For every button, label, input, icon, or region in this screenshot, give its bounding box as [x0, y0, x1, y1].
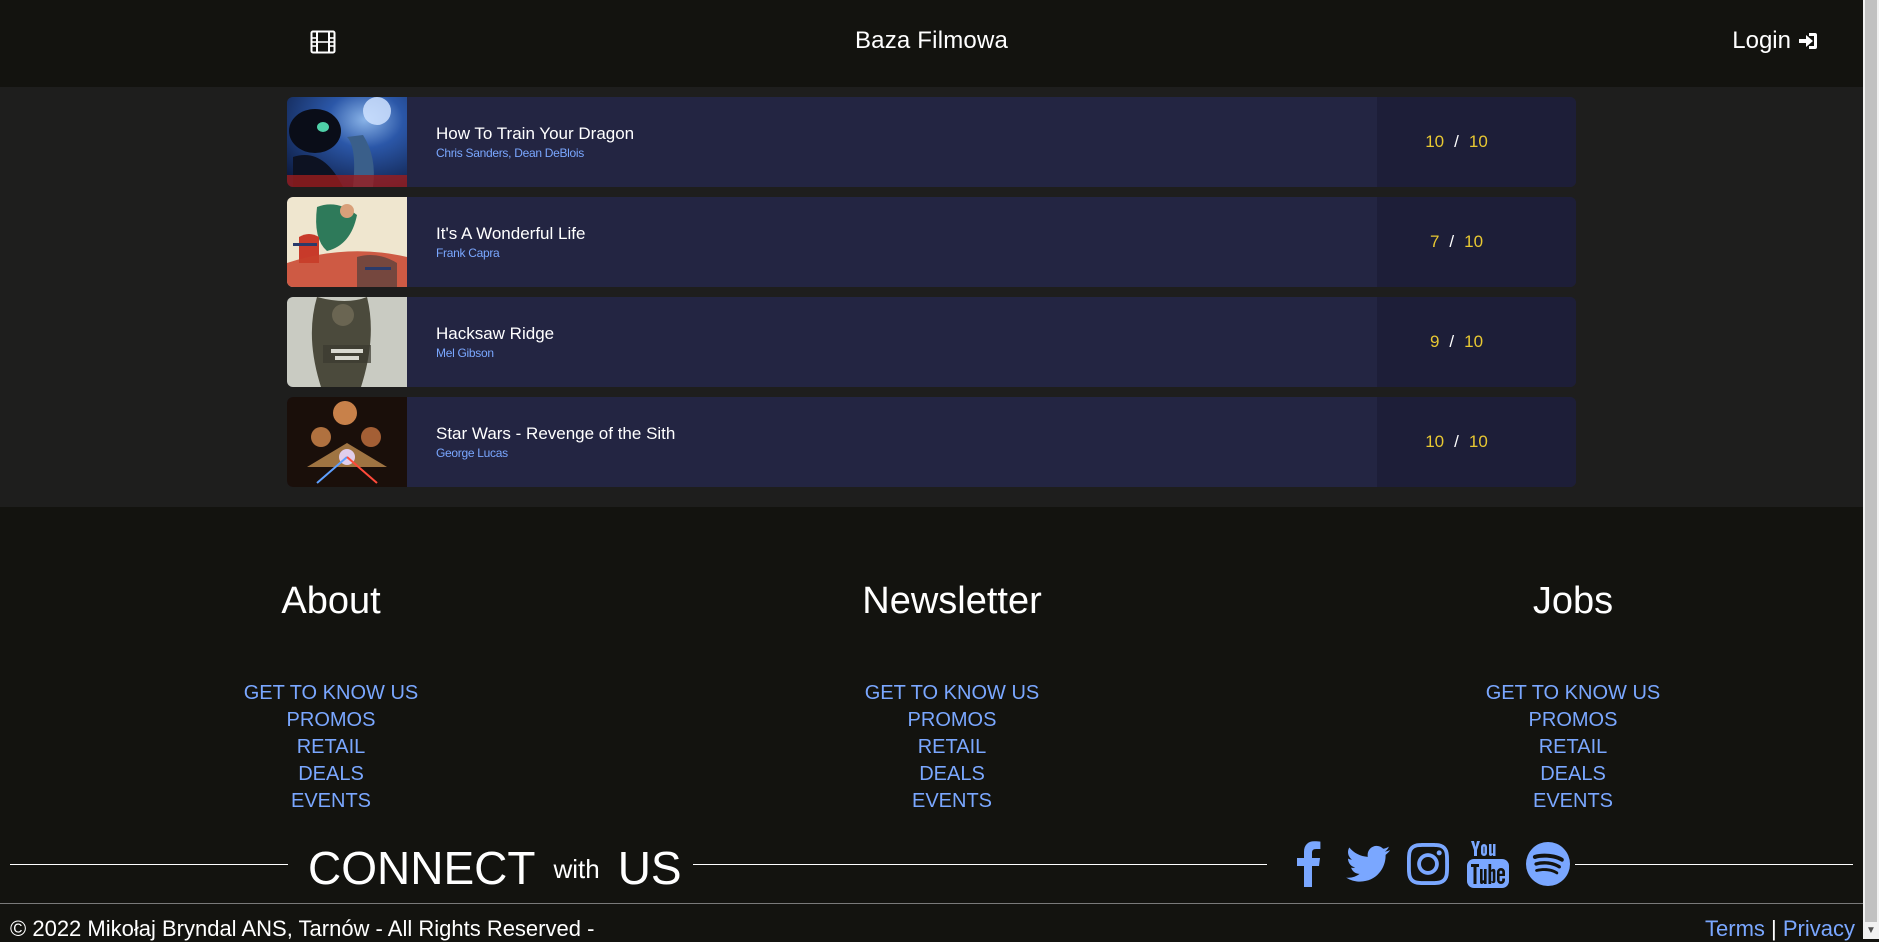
rating-value: 7 [1429, 232, 1440, 251]
footer-link[interactable]: DEALS [752, 761, 1152, 788]
movie-card[interactable]: How To Train Your Dragon Chris Sanders, … [287, 97, 1576, 187]
connect-word: US [617, 842, 682, 894]
youtube-icon[interactable] [1466, 840, 1510, 888]
rating-separator: / [1454, 132, 1459, 151]
movie-info: How To Train Your Dragon Chris Sanders, … [407, 97, 1377, 187]
movie-director: Frank Capra [436, 246, 500, 260]
copyright-text: © 2022 Mikołaj Bryndal ANS, Tarnów - All… [10, 916, 594, 942]
rating-separator: / [1449, 332, 1455, 351]
twitter-icon[interactable] [1346, 840, 1390, 888]
rating-value: 10 [1425, 132, 1445, 151]
rating-max: 10 [1464, 232, 1484, 251]
footer-link[interactable]: EVENTS [131, 788, 531, 815]
divider-line [10, 864, 288, 865]
sign-in-icon [1799, 33, 1817, 49]
login-label: Login [1732, 27, 1791, 54]
movie-rating: 7 / 10 [1377, 197, 1576, 287]
social-links [1286, 840, 1570, 888]
link-separator: | [1771, 916, 1777, 941]
login-button[interactable]: Login [1732, 27, 1819, 55]
divider-line [693, 864, 1267, 865]
rating-separator: / [1454, 432, 1459, 451]
copyright-icon: © [10, 916, 27, 941]
rating-value: 9 [1429, 332, 1440, 351]
page-scrollbar[interactable]: ▼ [1863, 0, 1879, 939]
footer-heading: Jobs [1532, 580, 1614, 622]
facebook-icon[interactable] [1286, 840, 1330, 888]
movie-poster [287, 97, 407, 187]
footer-column-newsletter: Newsletter GET TO KNOW US PROMOS RETAIL … [752, 575, 1152, 815]
footer-link-list: GET TO KNOW US PROMOS RETAIL DEALS EVENT… [131, 680, 531, 815]
movie-info: Hacksaw Ridge Mel Gibson [407, 297, 1377, 387]
top-navbar: Baza Filmowa Login [0, 0, 1863, 87]
rating-max: 10 [1468, 432, 1488, 451]
scroll-down-arrow-icon[interactable]: ▼ [1863, 923, 1879, 939]
connect-heading: CONNECT with US [308, 841, 682, 895]
movie-director: Chris Sanders, Dean DeBlois [436, 146, 584, 160]
footer-link[interactable]: EVENTS [752, 788, 1152, 815]
movie-card[interactable]: It's A Wonderful Life Frank Capra 7 / 10 [287, 197, 1576, 287]
footer-link[interactable]: DEALS [1373, 761, 1773, 788]
connect-section: CONNECT with US [0, 835, 1863, 895]
footer-link[interactable]: PROMOS [752, 707, 1152, 734]
movie-card[interactable]: Star Wars - Revenge of the Sith George L… [287, 397, 1576, 487]
movie-rating: 10 / 10 [1377, 397, 1576, 487]
footer-link-list: GET TO KNOW US PROMOS RETAIL DEALS EVENT… [1373, 680, 1773, 815]
rating-max: 10 [1464, 332, 1484, 351]
site-title: Baza Filmowa [854, 27, 1009, 54]
movie-poster [287, 397, 407, 487]
movie-info: Star Wars - Revenge of the Sith George L… [407, 397, 1377, 487]
movie-title: How To Train Your Dragon [436, 124, 635, 143]
movie-rating: 10 / 10 [1377, 97, 1576, 187]
movie-info: It's A Wonderful Life Frank Capra [407, 197, 1377, 287]
terms-link[interactable]: Terms [1705, 916, 1765, 941]
movie-poster [287, 197, 407, 287]
connect-word: with [553, 854, 600, 884]
legal-links: Terms | Privacy [1705, 916, 1855, 942]
footer-link-list: GET TO KNOW US PROMOS RETAIL DEALS EVENT… [752, 680, 1152, 815]
movie-director: George Lucas [436, 446, 508, 460]
movie-title: It's A Wonderful Life [436, 224, 586, 243]
movie-title: Star Wars - Revenge of the Sith [436, 424, 676, 443]
movie-rating: 9 / 10 [1377, 297, 1576, 387]
footer-link[interactable]: RETAIL [1373, 734, 1773, 761]
rating-separator: / [1449, 232, 1455, 251]
movie-title: Hacksaw Ridge [436, 324, 555, 343]
spotify-icon[interactable] [1526, 840, 1570, 888]
footer-link[interactable]: GET TO KNOW US [131, 680, 531, 707]
footer-link[interactable]: EVENTS [1373, 788, 1773, 815]
connect-word: CONNECT [308, 842, 536, 894]
copyright-label: 2022 Mikołaj Bryndal ANS, Tarnów - All R… [32, 916, 595, 941]
copyright-bar: © 2022 Mikołaj Bryndal ANS, Tarnów - All… [0, 903, 1863, 942]
footer-column-jobs: Jobs GET TO KNOW US PROMOS RETAIL DEALS … [1373, 575, 1773, 815]
privacy-link[interactable]: Privacy [1783, 916, 1855, 941]
rating-max: 10 [1468, 132, 1488, 151]
scrollbar-thumb[interactable] [1865, 0, 1877, 922]
movie-poster [287, 297, 407, 387]
footer-link[interactable]: GET TO KNOW US [752, 680, 1152, 707]
movie-card[interactable]: Hacksaw Ridge Mel Gibson 9 / 10 [287, 297, 1576, 387]
footer-link[interactable]: RETAIL [752, 734, 1152, 761]
footer-link[interactable]: RETAIL [131, 734, 531, 761]
footer-link[interactable]: GET TO KNOW US [1373, 680, 1773, 707]
footer-link[interactable]: DEALS [131, 761, 531, 788]
footer-link[interactable]: PROMOS [131, 707, 531, 734]
movie-director: Mel Gibson [436, 346, 494, 360]
instagram-icon[interactable] [1406, 840, 1450, 888]
divider-line [1575, 864, 1853, 865]
footer-heading: Newsletter [862, 580, 1042, 622]
footer-column-about: About GET TO KNOW US PROMOS RETAIL DEALS… [131, 575, 531, 815]
footer-heading: About [281, 580, 381, 622]
footer-link[interactable]: PROMOS [1373, 707, 1773, 734]
movie-list: How To Train Your Dragon Chris Sanders, … [0, 87, 1863, 507]
rating-value: 10 [1425, 432, 1445, 451]
